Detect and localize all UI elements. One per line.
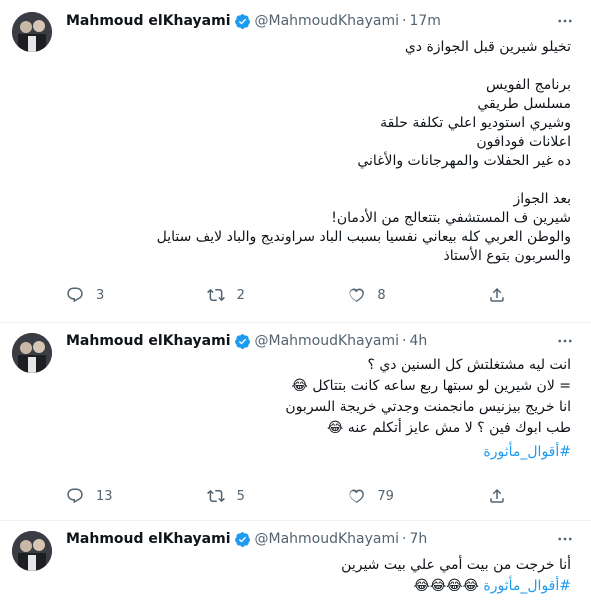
author-name[interactable]: Mahmoud elKhayami [66, 531, 231, 547]
tweet[interactable]: Mahmoud elKhayami @MahmoudKhayami · 17m … [0, 0, 591, 323]
tweet-line: وشيري استوديو اعلي تكلفة حلقة [380, 115, 571, 131]
like-button[interactable]: 8 [347, 286, 437, 304]
hashtag-line: #أقوال_مأثورة 😂😂😂😂 [66, 576, 572, 597]
tweet-header: Mahmoud elKhayami @MahmoudKhayami · 4h [66, 330, 577, 352]
tweet-line [66, 171, 571, 190]
reply-count: 3 [96, 287, 105, 303]
timestamp[interactable]: 7h [409, 531, 427, 547]
tweet-line: اعلانات فودافون [476, 134, 571, 150]
avatar[interactable] [12, 12, 52, 52]
tweet-line: برنامج الفويس [486, 77, 571, 93]
reply-icon [67, 287, 83, 303]
tweet-line: انت ليه مشتغلتش كل السنين دي ؟ [367, 357, 571, 373]
tweet-header: Mahmoud elKhayami @MahmoudKhayami · 7h [66, 528, 577, 550]
share-icon [490, 488, 504, 503]
tweet-actions: 3 2 8 [66, 285, 506, 305]
tweet-line [66, 57, 571, 76]
tweet-actions: 13 5 79 [66, 486, 506, 506]
verified-badge-icon [234, 333, 250, 349]
hashtag-link[interactable]: #أقوال_مأثورة [483, 578, 571, 594]
tweet-line: شيرين ف المستشفي بتتعالج من الأدمان! [331, 210, 571, 226]
retweet-button[interactable]: 2 [206, 286, 297, 304]
avatar[interactable] [12, 531, 52, 571]
like-count: 79 [377, 488, 394, 504]
tweet-line: طب ابوك فين ؟ لا مش عايز أتكلم عنه 😂 [327, 420, 571, 436]
tweet[interactable]: Mahmoud elKhayami @MahmoudKhayami · 4h ا… [0, 323, 591, 521]
tweet-line: والسربون بتوع الأستاذ [443, 248, 571, 264]
like-button[interactable]: 79 [347, 487, 437, 505]
author-handle[interactable]: @MahmoudKhayami [255, 333, 400, 349]
separator-dot: · [402, 13, 407, 29]
timestamp[interactable]: 17m [409, 13, 440, 29]
tweet-text: انت ليه مشتغلتش كل السنين دي ؟ = لان شير… [66, 355, 571, 463]
author-name[interactable]: Mahmoud elKhayami [66, 13, 231, 29]
author-handle[interactable]: @MahmoudKhayami [255, 531, 400, 547]
retweet-icon [206, 288, 225, 302]
tweet-line: أنا خرجت من بيت أمي علي بيت شيرين [341, 557, 571, 573]
tweet-header: Mahmoud elKhayami @MahmoudKhayami · 17m [66, 10, 577, 32]
tweet-line: مسلسل طريقي [477, 96, 571, 112]
verified-badge-icon [234, 13, 250, 29]
retweet-count: 5 [236, 488, 245, 504]
author-name[interactable]: Mahmoud elKhayami [66, 333, 231, 349]
reply-button[interactable]: 3 [66, 286, 156, 304]
reply-count: 13 [96, 488, 113, 504]
separator-dot: · [402, 333, 407, 349]
author-handle[interactable]: @MahmoudKhayami [255, 13, 400, 29]
tweet-line: ده غير الحفلات والمهرجانات والأغاني [357, 153, 571, 169]
tweet-text: أنا خرجت من بيت أمي علي بيت شيرين #أقوال… [66, 555, 571, 597]
tweet-line: والوطن العربي كله بيعاني نفسيا بسبب البا… [156, 229, 571, 245]
retweet-count: 2 [236, 287, 245, 303]
tweet-line: تخيلو شيرين قبل الجوازة دي [404, 39, 571, 55]
more-icon[interactable] [555, 332, 575, 350]
tweet-line: = لان شيرين لو سبتها ربع ساعه كانت بتتاك… [291, 378, 571, 394]
avatar[interactable] [12, 333, 52, 373]
reply-button[interactable]: 13 [66, 487, 156, 505]
tweet-line: انا خريج بيزنيس مانجمنت وجدتي خريجة السر… [285, 399, 571, 415]
hashtag-link[interactable]: #أقوال_مأثورة [66, 442, 571, 463]
share-button[interactable] [488, 286, 506, 304]
tweet-text: تخيلو شيرين قبل الجوازة دي برنامج الفويس… [66, 38, 571, 266]
like-icon [349, 489, 365, 503]
share-icon [490, 287, 504, 302]
retweet-icon [206, 489, 225, 503]
reply-icon [67, 488, 83, 504]
emoji-text: 😂😂😂😂 [413, 578, 484, 594]
tweet-line: بعد الجواز [513, 191, 571, 207]
share-button[interactable] [488, 487, 506, 505]
verified-badge-icon [234, 531, 250, 547]
like-count: 8 [377, 287, 386, 303]
like-icon [349, 288, 365, 302]
more-icon[interactable] [555, 530, 575, 548]
retweet-button[interactable]: 5 [206, 487, 297, 505]
more-icon[interactable] [555, 12, 575, 30]
tweet[interactable]: Mahmoud elKhayami @MahmoudKhayami · 7h أ… [0, 521, 591, 602]
timestamp[interactable]: 4h [409, 333, 427, 349]
separator-dot: · [402, 531, 407, 547]
